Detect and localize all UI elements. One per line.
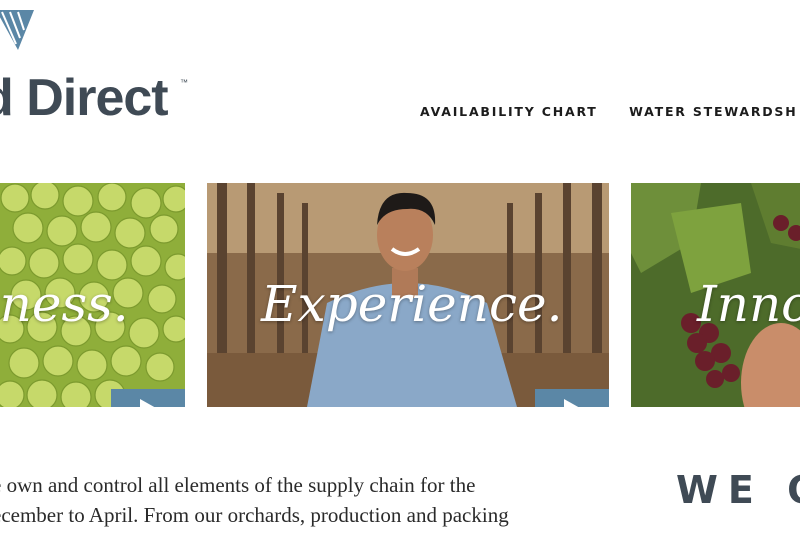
play-icon [564, 399, 580, 407]
nav-availability-chart[interactable]: AVAILABILITY CHART [420, 104, 598, 119]
intro-line-1: e own and control all elements of the su… [0, 473, 476, 497]
logo-text[interactable]: d Direct [0, 72, 169, 124]
main-nav: AVAILABILITY CHART WATER STEWARDSH [420, 103, 800, 121]
we-heading: WE O [676, 468, 800, 512]
tile-1-title: ...ness. [0, 275, 129, 333]
logo-trademark: ™ [180, 78, 188, 87]
video-tile-1[interactable]: ...ness. [0, 183, 185, 407]
play-icon [140, 399, 156, 407]
tile-3-title: Inno [697, 275, 800, 333]
video-tile-3[interactable]: Inno [631, 183, 800, 407]
video-tile-2[interactable]: Experience. [207, 183, 609, 407]
play-button-2[interactable] [535, 389, 609, 407]
nav-water-stewardship[interactable]: WATER STEWARDSH [629, 104, 797, 119]
logo-mark-icon[interactable] [0, 10, 38, 58]
intro-line-2: ecember to April. From our orchards, pro… [0, 503, 509, 527]
tile-2-title: Experience. [261, 275, 563, 333]
intro-text: e own and control all elements of the su… [0, 470, 592, 530]
play-button-1[interactable] [111, 389, 185, 407]
